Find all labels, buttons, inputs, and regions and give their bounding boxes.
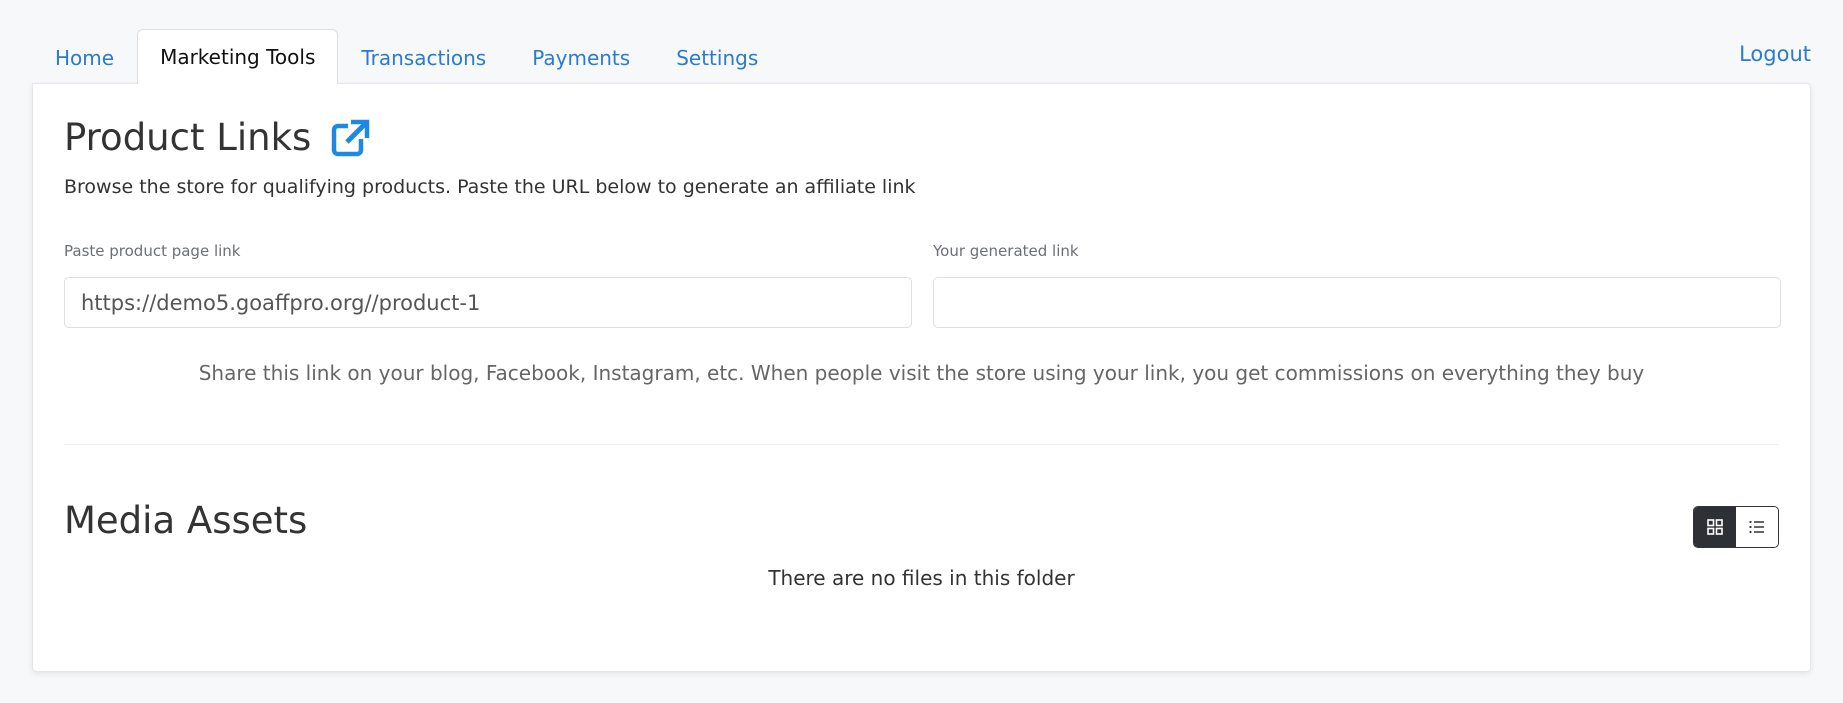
generated-link-label: Your generated link xyxy=(933,242,1079,260)
grid-view-button[interactable] xyxy=(1694,507,1736,547)
tab-marketing-tools[interactable]: Marketing Tools xyxy=(137,29,339,84)
grid-icon xyxy=(1707,519,1723,535)
product-url-input[interactable] xyxy=(64,277,912,328)
empty-folder-message: There are no files in this folder xyxy=(768,566,1075,590)
share-hint: Share this link on your blog, Facebook, … xyxy=(198,361,1645,385)
tab-home[interactable]: Home xyxy=(32,30,137,84)
logout-link[interactable]: Logout xyxy=(1739,42,1811,66)
product-links-description: Browse the store for qualifying products… xyxy=(64,176,916,198)
product-links-title: Product Links xyxy=(64,116,312,159)
list-view-button[interactable] xyxy=(1736,507,1778,547)
nav-tabs: Home Marketing Tools Transactions Paymen… xyxy=(32,29,1811,84)
source-link-label: Paste product page link xyxy=(64,242,241,260)
top-nav: Home Marketing Tools Transactions Paymen… xyxy=(32,29,1811,84)
generated-link-input[interactable] xyxy=(933,277,1781,328)
section-divider xyxy=(64,444,1779,445)
tab-settings[interactable]: Settings xyxy=(653,30,781,84)
media-assets-title: Media Assets xyxy=(64,499,308,542)
tab-transactions[interactable]: Transactions xyxy=(338,30,509,84)
list-icon xyxy=(1749,520,1764,534)
tab-payments[interactable]: Payments xyxy=(509,30,653,84)
view-mode-toggle xyxy=(1693,506,1779,548)
main-card: Product Links Browse the store for quali… xyxy=(32,83,1811,672)
product-links-heading: Product Links xyxy=(64,116,373,159)
external-link-icon[interactable] xyxy=(331,118,373,158)
